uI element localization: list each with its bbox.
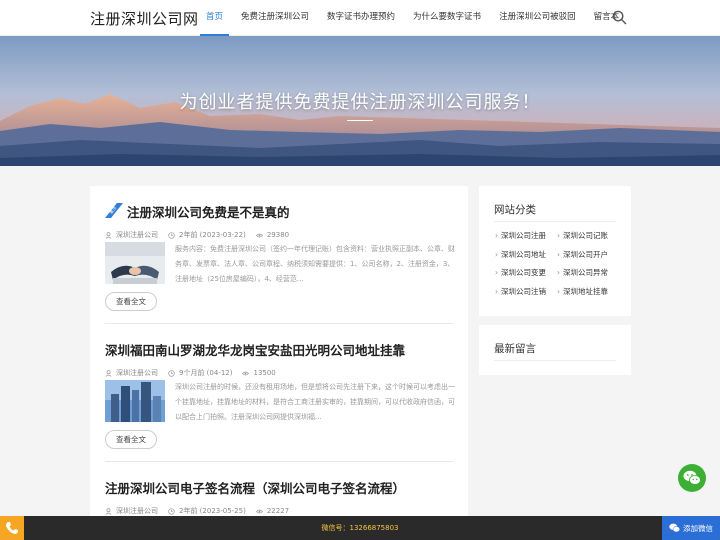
category-link[interactable]: 深圳公司注册 [495, 230, 546, 241]
main-nav: 首页 免费注册深圳公司 数字证书办理预约 为什么要数字证书 注册深圳公司被驳回 … [200, 0, 631, 36]
nav-cert-booking[interactable]: 数字证书办理预约 [321, 0, 401, 36]
article-excerpt: 深圳公司注册的时候，还没有租用场地，但是想将公司先注册下来，这个时候可以考虑出一… [175, 383, 455, 421]
author-meta: 深圳注册公司 [105, 230, 158, 240]
search-icon[interactable] [612, 10, 627, 25]
user-icon [105, 231, 112, 239]
user-icon [105, 507, 112, 515]
category-link[interactable]: 深圳公司异常 [557, 267, 608, 278]
clock-icon [168, 231, 175, 239]
clock-icon [168, 507, 175, 515]
article-thumbnail[interactable] [105, 380, 165, 422]
article-views: 22227 [266, 507, 290, 515]
clock-icon [168, 369, 175, 377]
article-meta: 深圳注册公司 9个月前 (04-12) 13500 [105, 368, 453, 378]
date-meta: 2年前 (2023-03-22) [168, 230, 246, 240]
banner-divider [347, 120, 373, 121]
article-title[interactable]: 注册深圳公司免费是不是真的 [105, 202, 453, 221]
article-thumbnail[interactable] [105, 242, 165, 284]
article-excerpt: 服务内容：免费注册深圳公司（签约一年代理记账）包含资料：营业执照正副本、公章、财… [175, 245, 455, 283]
categories-widget: 网站分类 深圳公司注册 深圳公司记账 深圳公司地址 深圳公司开户 深圳公司变更 … [479, 186, 631, 316]
banner-title: 为创业者提供免费提供注册深圳公司服务！ [179, 92, 541, 113]
article-meta: 深圳注册公司 2年前 (2023-03-22) 29380 [105, 230, 453, 240]
footer-contact-bar: 微信号：13266875803 添加微信 [0, 516, 720, 540]
hero-banner: 为创业者提供免费提供注册深圳公司服务！ [0, 36, 720, 166]
comments-widget: 最新留言 [479, 325, 631, 375]
article-views: 29380 [266, 231, 290, 239]
views-meta: 22227 [255, 507, 290, 515]
category-link[interactable]: 深圳公司注销 [495, 286, 546, 297]
article-title[interactable]: 注册深圳公司电子签名流程（深圳公司电子签名流程） [105, 478, 453, 497]
article-item: 注册深圳公司免费是不是真的 深圳注册公司 2年前 (2023-03-22) 29… [105, 202, 455, 324]
category-link[interactable]: 深圳公司开户 [557, 249, 608, 260]
sticky-badge: 置顶 [105, 203, 123, 218]
views-meta: 13500 [242, 369, 276, 377]
read-more-button[interactable]: 查看全文 [105, 430, 157, 449]
nav-home[interactable]: 首页 [200, 0, 230, 36]
article-list: 注册深圳公司免费是不是真的 深圳注册公司 2年前 (2023-03-22) 29… [90, 186, 468, 526]
add-wechat-label: 添加微信 [683, 523, 713, 533]
site-header: 注册深圳公司网 首页 免费注册深圳公司 数字证书办理预约 为什么要数字证书 注册… [0, 0, 720, 36]
date-meta: 2年前 (2023-05-25) [168, 506, 246, 516]
date-meta: 9个月前 (04-12) [168, 368, 232, 378]
widget-divider [494, 360, 616, 361]
author-meta: 深圳注册公司 [105, 506, 158, 516]
wechat-id-text[interactable]: 微信号：13266875803 [0, 523, 720, 533]
article-divider [105, 461, 453, 462]
article-title[interactable]: 深圳福田南山罗湖龙华龙岗宝安盐田光明公司地址挂靠 [105, 340, 453, 359]
article-date: 9个月前 (04-12) [179, 369, 233, 377]
nav-why-cert[interactable]: 为什么要数字证书 [407, 0, 487, 36]
article-date: 2年前 (2023-03-22) [179, 231, 246, 239]
article-item: 注册深圳公司电子签名流程（深圳公司电子签名流程） 深圳注册公司 2年前 (202… [105, 478, 453, 516]
article-meta: 深圳注册公司 2年前 (2023-05-25) 22227 [105, 506, 453, 516]
views-meta: 29380 [255, 231, 290, 239]
article-divider [105, 323, 453, 324]
article-author[interactable]: 深圳注册公司 [116, 506, 158, 516]
eye-icon [242, 371, 250, 375]
category-link[interactable]: 深圳公司记账 [557, 230, 608, 241]
widget-divider [494, 221, 616, 222]
wechat-icon [669, 523, 680, 533]
article-author[interactable]: 深圳注册公司 [116, 368, 158, 378]
add-wechat-button[interactable]: 添加微信 [662, 516, 720, 540]
user-icon [105, 369, 112, 377]
article-item: 深圳福田南山罗湖龙华龙岗宝安盐田光明公司地址挂靠 深圳注册公司 9个月前 (04… [105, 340, 455, 462]
category-link[interactable]: 深圳地址挂靠 [557, 286, 608, 297]
article-views: 13500 [253, 369, 276, 377]
category-link[interactable]: 深圳公司变更 [495, 267, 546, 278]
read-more-button[interactable]: 查看全文 [105, 292, 157, 311]
categories-title: 网站分类 [494, 204, 536, 216]
eye-icon [255, 509, 263, 513]
wechat-icon [683, 470, 701, 485]
nav-rejected[interactable]: 注册深圳公司被驳回 [493, 0, 582, 36]
comments-title: 最新留言 [494, 343, 536, 355]
nav-free-register[interactable]: 免费注册深圳公司 [235, 0, 315, 36]
site-logo[interactable]: 注册深圳公司网 [90, 8, 199, 29]
author-meta: 深圳注册公司 [105, 368, 158, 378]
eye-icon [255, 233, 263, 237]
floating-wechat-button[interactable] [678, 464, 706, 492]
article-author[interactable]: 深圳注册公司 [116, 230, 158, 240]
category-link[interactable]: 深圳公司地址 [495, 249, 546, 260]
article-date: 2年前 (2023-05-25) [179, 507, 246, 515]
